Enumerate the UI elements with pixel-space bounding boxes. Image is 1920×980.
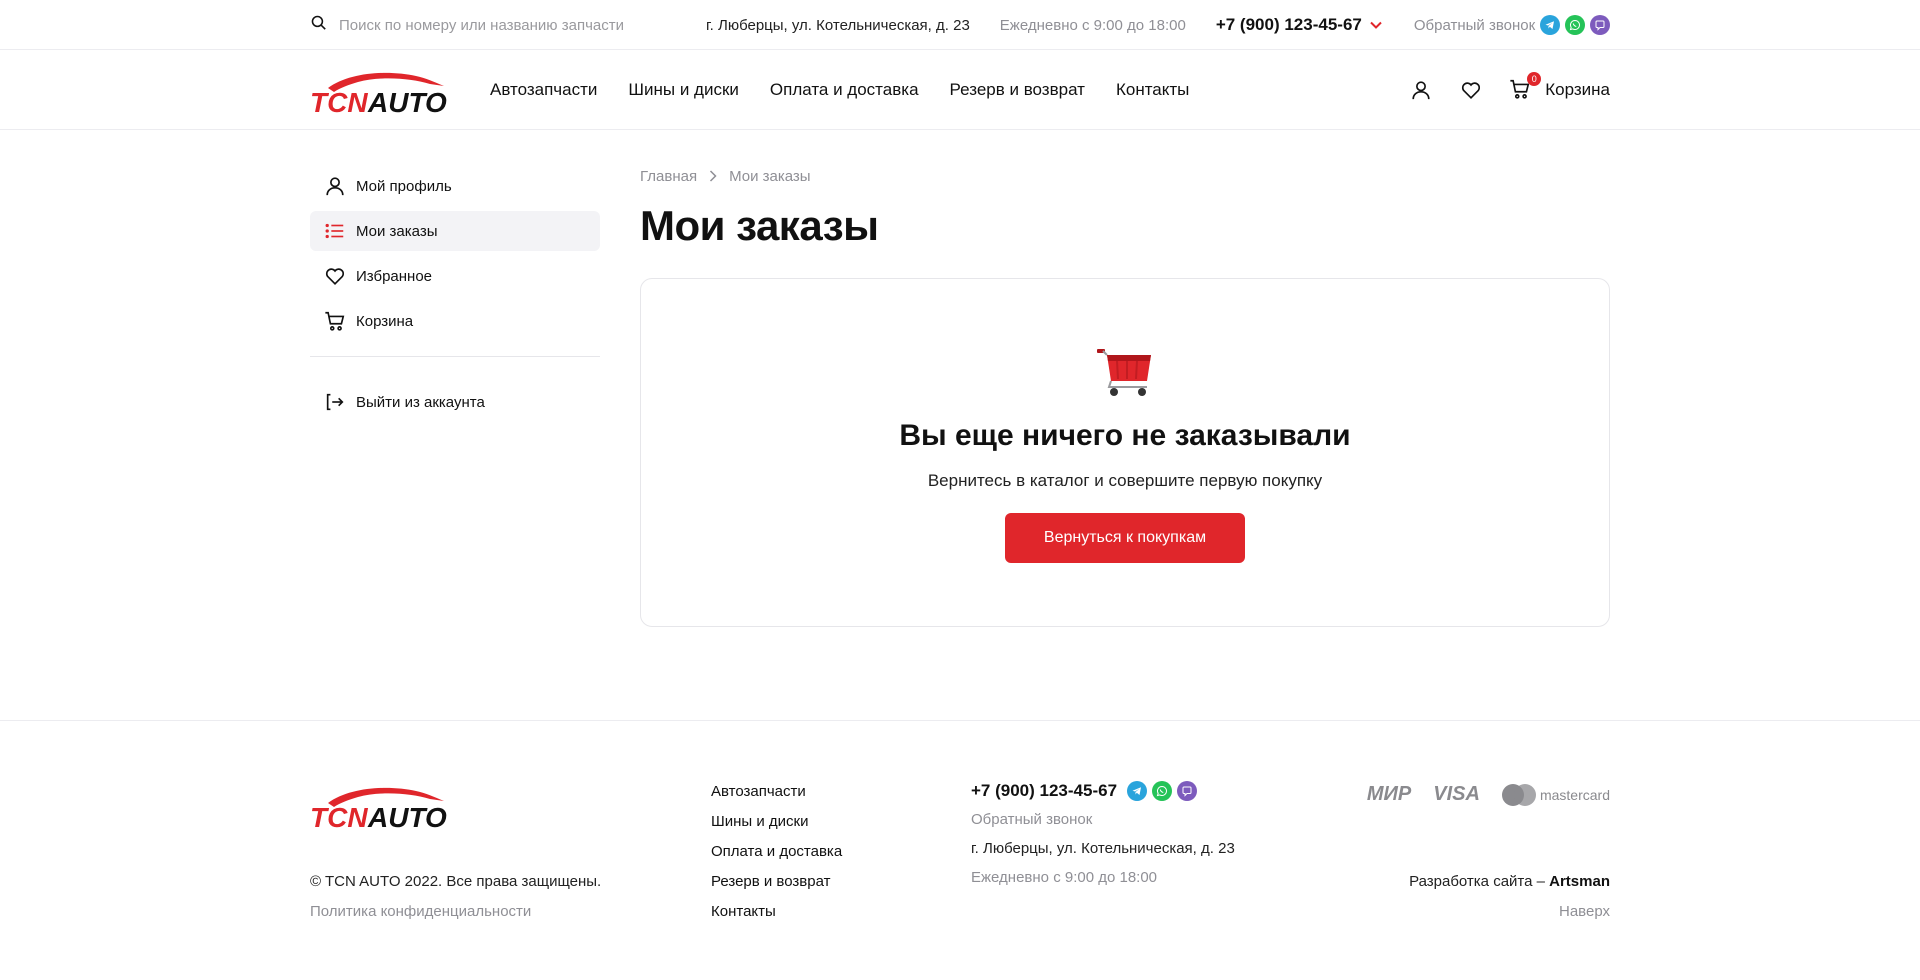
cart-label: Корзина xyxy=(1545,80,1610,99)
developer-link[interactable]: Artsman xyxy=(1549,873,1610,890)
scroll-top-link[interactable]: Наверх xyxy=(1559,903,1610,920)
main-area: Мой профиль Мои заказы Избранное Корзина… xyxy=(0,130,1920,720)
favorites-button[interactable] xyxy=(1459,78,1483,102)
whatsapp-icon[interactable] xyxy=(1152,781,1173,801)
account-sidebar: Мой профиль Мои заказы Избранное Корзина… xyxy=(310,166,600,720)
logo-text-right: AUTO xyxy=(367,87,447,116)
footer-logo-text-left: TCN xyxy=(310,802,368,831)
sidebar-item-label: Мои заказы xyxy=(356,222,438,240)
sidebar-divider xyxy=(310,356,600,357)
list-icon xyxy=(325,223,344,239)
footer-logo[interactable]: TCN AUTO xyxy=(310,779,450,831)
logo[interactable]: TCN AUTO xyxy=(310,64,450,116)
footer-link-payment[interactable]: Оплата и доставка xyxy=(711,843,842,861)
cart-count-badge: 0 xyxy=(1527,72,1542,86)
footer-address: г. Люберцы, ул. Котельническая, д. 23 xyxy=(971,840,1235,857)
sidebar-item-label: Корзина xyxy=(356,312,414,330)
search-icon[interactable] xyxy=(310,14,327,36)
topbar-callback-link[interactable]: Обратный звонок xyxy=(1414,17,1535,34)
page-title: Мои заказы xyxy=(640,202,879,249)
developer-credit: Разработка сайта – Artsman xyxy=(1409,873,1610,890)
sidebar-item-orders[interactable]: Мои заказы xyxy=(310,211,600,251)
back-to-shopping-button[interactable]: Вернуться к покупкам xyxy=(1005,513,1245,563)
topbar-phone-dropdown[interactable]: +7 (900) 123-45-67 xyxy=(1216,15,1382,35)
cart-button[interactable]: 0 Корзина xyxy=(1509,72,1610,102)
footer-link-tires[interactable]: Шины и диски xyxy=(711,813,842,831)
search-input[interactable] xyxy=(339,16,679,34)
account-button[interactable] xyxy=(1409,78,1433,102)
logo-text-left: TCN xyxy=(310,87,368,116)
chevron-right-icon xyxy=(710,170,717,182)
topbar-phone: +7 (900) 123-45-67 xyxy=(1215,15,1362,34)
site-header: TCN AUTO Автозапчасти Шины и диски Оплат… xyxy=(0,50,1920,130)
heart-icon xyxy=(1462,82,1481,99)
footer-link-parts[interactable]: Автозапчасти xyxy=(711,783,842,801)
sidebar-item-favorites[interactable]: Избранное xyxy=(310,256,600,296)
chevron-down-icon xyxy=(1370,21,1382,29)
footer-callback-link[interactable]: Обратный звонок xyxy=(971,811,1235,828)
nav-item-tires[interactable]: Шины и диски xyxy=(628,80,738,100)
content: Главная Мои заказы Мои заказы Вы еще нич… xyxy=(640,166,1610,720)
topbar-address: г. Люберцы, ул. Котельническая, д. 23 xyxy=(706,16,970,34)
nav-item-contacts[interactable]: Контакты xyxy=(1116,80,1189,100)
viber-icon[interactable] xyxy=(1177,781,1198,801)
visa-logo: VISA xyxy=(1433,783,1480,805)
telegram-icon[interactable] xyxy=(1540,15,1560,35)
telegram-icon[interactable] xyxy=(1127,781,1148,801)
heart-icon xyxy=(325,268,345,285)
mir-logo: МИР xyxy=(1366,783,1412,805)
logout-label: Выйти из аккаунта xyxy=(356,393,485,411)
payment-methods: МИР VISA mastercard xyxy=(1367,783,1610,806)
empty-state-title: Вы еще ничего не заказывали xyxy=(899,419,1351,452)
viber-icon[interactable] xyxy=(1590,15,1610,35)
breadcrumb-home[interactable]: Главная xyxy=(640,168,697,185)
mastercard-logo: mastercard xyxy=(1501,783,1610,806)
whatsapp-icon[interactable] xyxy=(1565,15,1585,35)
footer-copyright: © TCN AUTO 2022. Все права защищены. xyxy=(310,873,602,890)
footer-messengers xyxy=(1127,781,1198,801)
header-actions: 0 Корзина xyxy=(1409,72,1610,102)
footer-nav: Автозапчасти Шины и диски Оплата и доста… xyxy=(711,783,842,921)
nav-item-payment[interactable]: Оплата и доставка xyxy=(770,80,919,100)
footer-contacts: +7 (900) 123-45-67 Обратный звонок г. Лю… xyxy=(971,781,1235,886)
nav-item-parts[interactable]: Автозапчасти xyxy=(490,80,597,100)
developer-prefix: Разработка сайта – xyxy=(1409,873,1550,890)
footer-link-contacts[interactable]: Контакты xyxy=(711,903,842,921)
footer-logo-text-right: AUTO xyxy=(367,802,447,831)
logout-button[interactable]: Выйти из аккаунта xyxy=(310,382,600,422)
mastercard-text: mastercard xyxy=(1539,786,1610,803)
sidebar-item-label: Избранное xyxy=(356,267,433,285)
sidebar-item-cart[interactable]: Корзина xyxy=(310,301,600,341)
footer-hours: Ежедневно с 9:00 до 18:00 xyxy=(971,869,1158,886)
empty-state-subtitle: Вернитесь в каталог и совершите первую п… xyxy=(927,471,1323,490)
sidebar-item-profile[interactable]: Мой профиль xyxy=(310,166,600,206)
footer-link-reserve[interactable]: Резерв и возврат xyxy=(711,873,842,891)
logout-icon xyxy=(326,393,344,411)
breadcrumb: Главная Мои заказы xyxy=(640,166,1610,186)
user-icon xyxy=(326,177,344,196)
topbar-hours: Ежедневно с 9:00 до 18:00 xyxy=(999,16,1186,34)
mastercard-circles-icon xyxy=(1501,783,1536,806)
sidebar-item-label: Мой профиль xyxy=(356,177,452,195)
cart-icon xyxy=(325,311,345,331)
shopping-cart-icon xyxy=(1097,349,1151,396)
footer-phone[interactable]: +7 (900) 123-45-67 xyxy=(971,781,1117,801)
nav-item-reserve[interactable]: Резерв и возврат xyxy=(950,80,1085,100)
user-icon xyxy=(1412,81,1430,100)
topbar: г. Люберцы, ул. Котельническая, д. 23 Еж… xyxy=(0,0,1920,50)
messengers xyxy=(1540,15,1610,35)
search-box xyxy=(310,14,706,36)
main-nav: Автозапчасти Шины и диски Оплата и доста… xyxy=(490,80,1189,100)
footer-privacy-link[interactable]: Политика конфиденциальности xyxy=(310,903,531,920)
breadcrumb-current: Мои заказы xyxy=(729,167,811,185)
site-footer: TCN AUTO © TCN AUTO 2022. Все права защи… xyxy=(0,720,1920,960)
empty-orders-card: Вы еще ничего не заказывали Вернитесь в … xyxy=(640,278,1610,627)
